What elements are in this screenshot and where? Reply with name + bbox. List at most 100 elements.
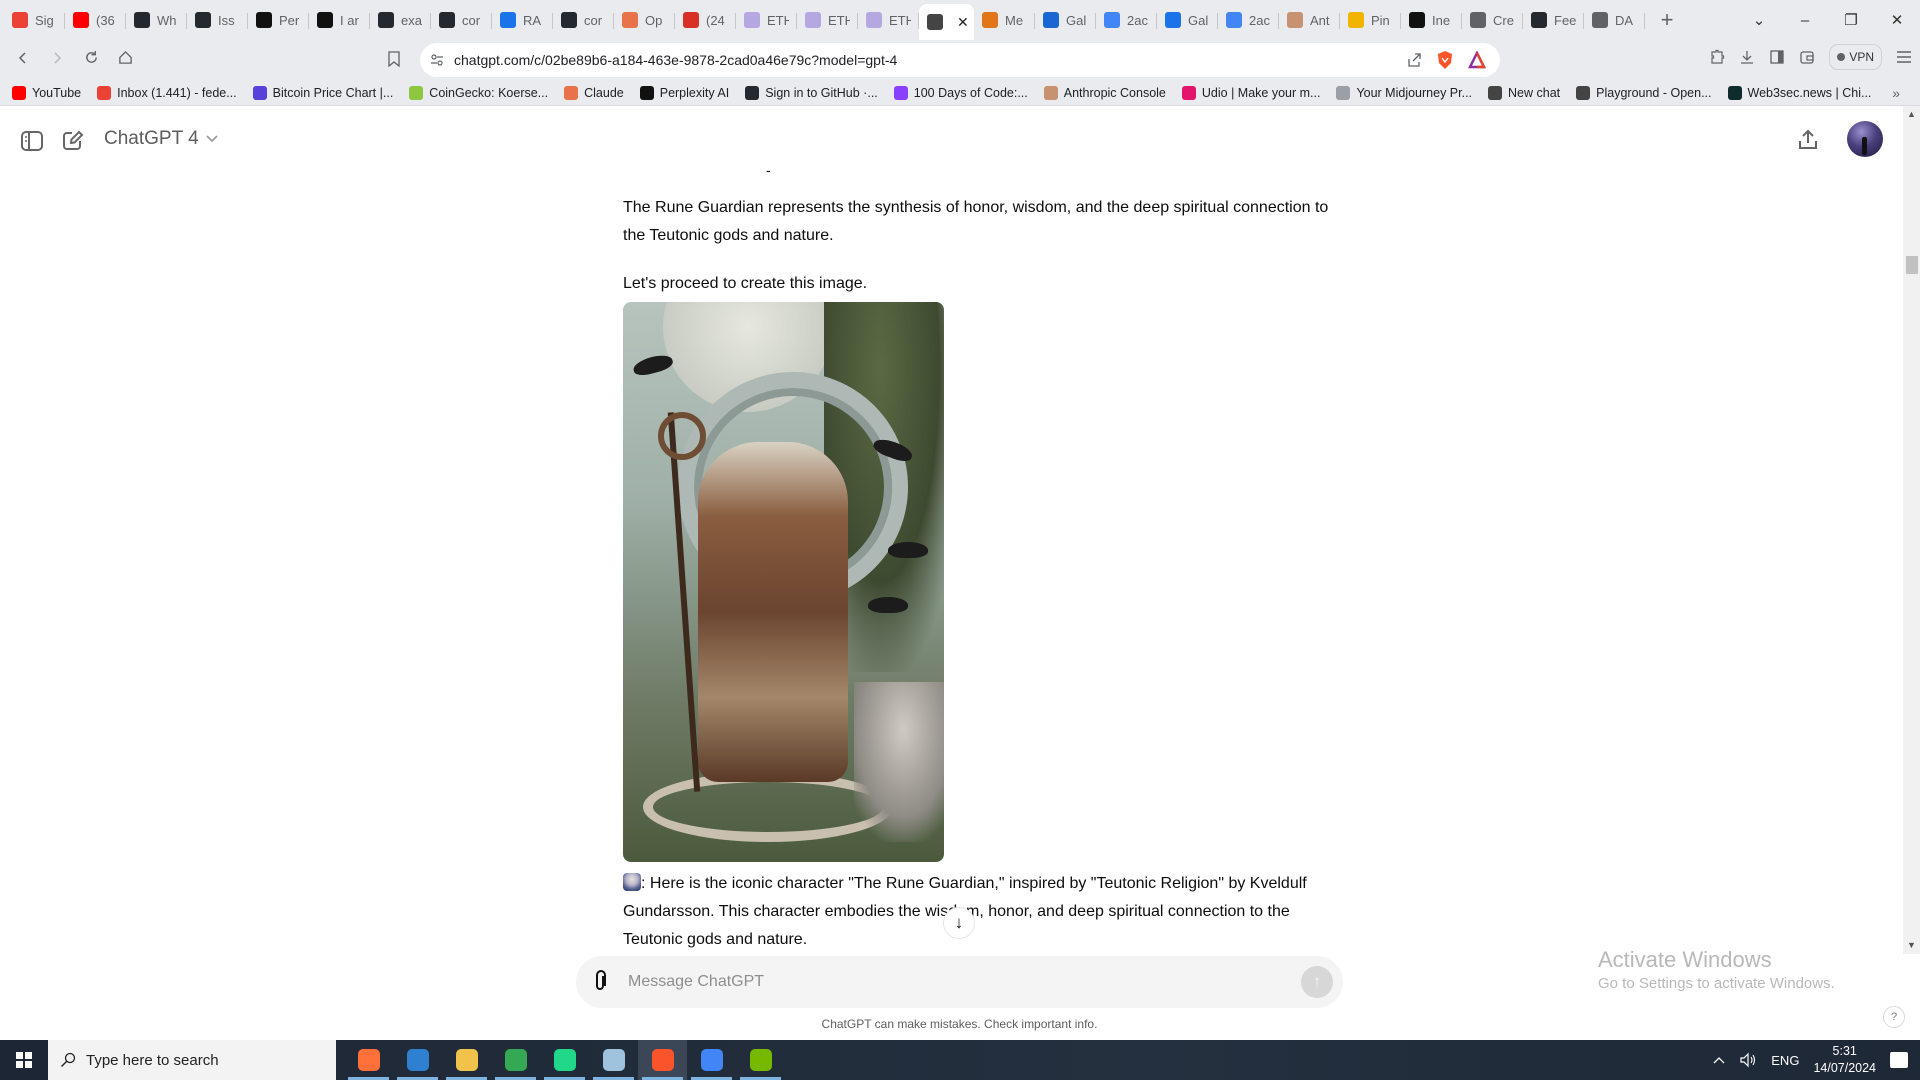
bookmark-item[interactable]: Web3sec.news | Chi... (1727, 85, 1871, 100)
bookmark-item[interactable]: Bitcoin Price Chart |... (252, 85, 393, 100)
start-button[interactable] (0, 1040, 48, 1080)
close-tab-icon[interactable]: ✕ (957, 14, 969, 31)
bookmark-item[interactable]: YouTube (12, 85, 81, 100)
taskbar-search[interactable]: Type here to search (48, 1040, 336, 1080)
bookmark-item[interactable]: New chat (1488, 85, 1560, 100)
arrow-down-icon: ↓ (954, 913, 964, 932)
tab[interactable]: ETH (858, 5, 919, 35)
bookmark-item[interactable]: Inbox (1.441) - fede... (97, 85, 237, 100)
wizard-emoji-icon (623, 873, 641, 891)
taskbar-app-notepad[interactable] (589, 1040, 638, 1080)
close-window-button[interactable]: ✕ (1874, 11, 1920, 29)
vpn-button[interactable]: VPN (1829, 44, 1882, 70)
new-chat-button[interactable] (61, 130, 85, 152)
model-selector[interactable]: ChatGPT 4 (104, 128, 218, 150)
tab[interactable]: cor (553, 5, 614, 35)
scroll-up-arrow[interactable]: ▲ (1903, 106, 1920, 123)
wallet-icon[interactable] (1799, 49, 1815, 65)
bookmark-item[interactable]: CoinGecko: Koerse... (409, 85, 548, 100)
volume-icon[interactable] (1739, 1052, 1757, 1068)
taskbar-app-nvidia[interactable] (736, 1040, 785, 1080)
chevron-up-icon[interactable] (1713, 1056, 1725, 1064)
tab[interactable]: (24 (675, 5, 736, 35)
brave-rewards-icon[interactable] (1468, 51, 1486, 69)
back-button[interactable] (6, 50, 40, 70)
help-button[interactable]: ? (1883, 1006, 1905, 1028)
search-placeholder: Type here to search (86, 1051, 219, 1069)
tab[interactable]: exa (370, 5, 431, 35)
user-avatar[interactable] (1847, 121, 1883, 157)
taskbar-app-chrome[interactable] (491, 1040, 540, 1080)
attach-button[interactable] (593, 970, 607, 998)
taskbar-app-chrome-profile[interactable] (687, 1040, 736, 1080)
bookmark-item[interactable]: Udio | Make your m... (1181, 85, 1320, 100)
tab[interactable]: ETH (797, 5, 858, 35)
scroll-down-arrow[interactable]: ▼ (1903, 937, 1920, 954)
downloads-icon[interactable] (1739, 49, 1755, 65)
bookmark-item[interactable]: Claude (564, 85, 624, 100)
generated-image[interactable] (623, 302, 944, 862)
sidebar-toggle-icon[interactable] (1769, 49, 1785, 65)
bookmark-item[interactable]: 100 Days of Code:... (893, 85, 1028, 100)
menu-icon[interactable] (1896, 50, 1912, 64)
bookmark-page-button[interactable] (388, 51, 400, 72)
new-tab-button[interactable]: + (1649, 7, 1685, 33)
tab[interactable]: Cre (1462, 5, 1523, 35)
forward-button[interactable] (40, 50, 74, 70)
tab[interactable]: Wh (126, 5, 187, 35)
bookmark-item[interactable]: Anthropic Console (1043, 85, 1166, 100)
url-text[interactable]: chatgpt.com/c/02be89b6-a184-463e-9878-2c… (454, 52, 897, 68)
tab[interactable]: Gal (1035, 5, 1096, 35)
language-indicator[interactable]: ENG (1771, 1053, 1799, 1068)
share-page-icon[interactable] (1406, 52, 1422, 68)
send-button[interactable]: ↑ (1301, 966, 1333, 998)
tab[interactable]: (36 (65, 5, 126, 35)
scrollbar-thumb[interactable] (1906, 256, 1918, 274)
tab[interactable]: Iss (187, 5, 248, 35)
tab[interactable]: Per (248, 5, 309, 35)
tab[interactable]: 2ac (1096, 5, 1157, 35)
brave-shields-icon[interactable] (1436, 50, 1454, 70)
tab[interactable]: Gal (1157, 5, 1218, 35)
message-input[interactable] (628, 964, 1268, 1000)
home-button[interactable] (108, 50, 142, 70)
reload-button[interactable] (74, 50, 108, 70)
taskbar-app-brave[interactable] (638, 1040, 687, 1080)
page-scrollbar[interactable]: ▲ ▼ (1903, 106, 1920, 954)
scroll-to-bottom-button[interactable]: ↓ (943, 907, 975, 939)
restore-button[interactable]: ❐ (1828, 11, 1874, 29)
minimize-button[interactable]: – (1782, 12, 1828, 29)
tab-active[interactable]: ✕ (919, 4, 974, 40)
address-bar[interactable]: chatgpt.com/c/02be89b6-a184-463e-9878-2c… (420, 43, 1500, 77)
tab-search-button[interactable]: ⌄ (1736, 11, 1782, 29)
tab[interactable]: Sig (4, 5, 65, 35)
tab[interactable]: ETH (736, 5, 797, 35)
taskbar-app-file-explorer[interactable] (442, 1040, 491, 1080)
tab[interactable]: I ar (309, 5, 370, 35)
tab[interactable]: cor (431, 5, 492, 35)
tab[interactable]: DA (1584, 5, 1645, 35)
bookmark-item[interactable]: Sign in to GitHub ·... (745, 85, 878, 100)
share-chat-button[interactable] (1796, 128, 1820, 152)
tab[interactable]: Pin (1340, 5, 1401, 35)
taskbar-app-vscode[interactable] (393, 1040, 442, 1080)
site-settings-icon[interactable] (430, 53, 444, 67)
bookmark-item[interactable]: Perplexity AI (639, 85, 729, 100)
tab[interactable]: RA (492, 5, 553, 35)
tab[interactable]: Op (614, 5, 675, 35)
tab[interactable]: Ine (1401, 5, 1462, 35)
notifications-icon[interactable] (1890, 1052, 1908, 1068)
taskbar-app-pycharm[interactable] (540, 1040, 589, 1080)
tab[interactable]: 2ac (1218, 5, 1279, 35)
tab[interactable]: Ant (1279, 5, 1340, 35)
clock[interactable]: 5:31 14/07/2024 (1813, 1043, 1876, 1077)
more-bookmarks-button[interactable]: » (1892, 85, 1900, 101)
tab[interactable]: Fee (1523, 5, 1584, 35)
tab[interactable]: Me (974, 5, 1035, 35)
extensions-icon[interactable] (1709, 49, 1725, 65)
file-explorer-icon (455, 1049, 478, 1071)
bookmark-item[interactable]: Your Midjourney Pr... (1336, 85, 1472, 100)
bookmark-item[interactable]: Playground - Open... (1576, 85, 1712, 100)
toggle-sidebar-button[interactable] (20, 130, 44, 152)
taskbar-app-firefox[interactable] (344, 1040, 393, 1080)
